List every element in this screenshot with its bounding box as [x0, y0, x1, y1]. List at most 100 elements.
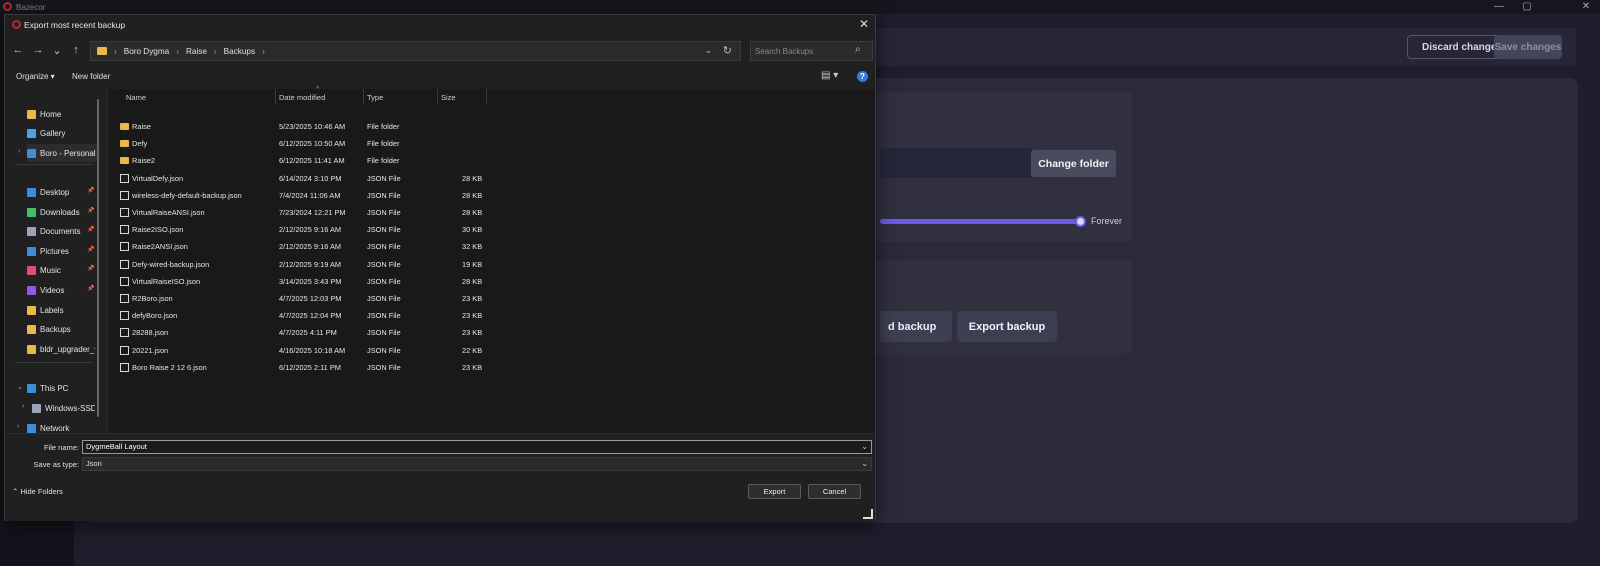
pin-icon[interactable]: 📌: [87, 226, 94, 233]
file-row[interactable]: wireless-defy-default-backup.json 7/4/202…: [108, 187, 508, 204]
column-header-size[interactable]: Size: [441, 89, 456, 105]
address-bar[interactable]: › Boro Dygma › Raise › Backups › ⌄ ↻: [90, 41, 741, 61]
nav-item-windows-ssd[interactable]: Windows-SSD: [32, 399, 95, 417]
retention-slider-handle[interactable]: [1075, 216, 1086, 227]
forward-arrow-icon[interactable]: →: [31, 44, 45, 56]
file-row[interactable]: Raise2 6/12/2025 11:41 AM File folder: [108, 152, 508, 169]
change-folder-button[interactable]: Change folder: [1031, 150, 1116, 177]
chevron-right-icon[interactable]: ›: [18, 148, 20, 155]
close-icon[interactable]: ✕: [859, 17, 869, 31]
file-name: wireless-defy-default-backup.json: [132, 190, 242, 200]
nav-item-backups[interactable]: Backups: [27, 320, 95, 338]
nav-item-boro-personal[interactable]: Boro - Personal: [27, 144, 97, 162]
file-row[interactable]: VirtualDefy.json 6/14/2024 3:10 PM JSON Fi…: [108, 170, 508, 187]
column-divider[interactable]: [437, 89, 438, 105]
cancel-button[interactable]: Cancel: [808, 484, 861, 499]
backup-folder-input[interactable]: [880, 148, 1032, 178]
file-date: 3/14/2025 3:43 PM: [279, 276, 342, 286]
pin-icon[interactable]: 📌: [87, 207, 94, 214]
refresh-icon[interactable]: ↻: [723, 44, 732, 57]
up-arrow-icon[interactable]: ↑: [69, 44, 83, 56]
new-folder-button[interactable]: New folder: [72, 72, 110, 81]
pin-icon[interactable]: 📌: [87, 265, 94, 272]
nav-item-music[interactable]: Music: [27, 261, 95, 279]
file-icon: [120, 173, 129, 183]
file-name-value: DygmeBall Layout: [86, 442, 147, 451]
file-row[interactable]: defyBoro.json 4/7/2025 12:04 PM JSON File 2…: [108, 307, 508, 324]
file-size: 32 KB: [462, 242, 483, 252]
file-row[interactable]: Raise2ANSI.json 2/12/2025 9:16 AM JSON Fil…: [108, 238, 508, 255]
save-type-value: Json: [86, 459, 102, 468]
file-row[interactable]: R2Boro.json 4/7/2025 12:03 PM JSON File 23 …: [108, 290, 508, 307]
folder-icon: [97, 47, 107, 55]
folder-icon: [120, 157, 129, 165]
file-row[interactable]: Defy 6/12/2025 10:50 AM File folder: [108, 135, 508, 152]
window-close-icon[interactable]: ✕: [1576, 0, 1596, 14]
breadcrumb-item[interactable]: Boro Dygma: [124, 47, 170, 56]
file-name: Raise: [132, 122, 151, 131]
file-row[interactable]: VirtualRaiseISO.json 3/14/2025 3:43 PM JSO…: [108, 273, 508, 290]
export-button[interactable]: Export: [748, 484, 801, 499]
folder-icon: [120, 140, 129, 148]
help-icon[interactable]: ?: [857, 71, 868, 82]
address-history-chevron-icon[interactable]: ⌄: [704, 45, 712, 56]
file-date: 2/12/2025 9:19 AM: [279, 259, 342, 269]
nav-item-downloads[interactable]: Downloads: [27, 203, 95, 221]
hide-folders-toggle[interactable]: ⌃ Hide Folders: [12, 487, 63, 496]
pin-icon[interactable]: 📌: [87, 246, 94, 253]
maximize-icon[interactable]: ▢: [1517, 0, 1537, 14]
retention-slider-track[interactable]: [880, 219, 1080, 224]
file-name: VirtualRaiseISO.json: [132, 276, 201, 286]
file-type: JSON File: [367, 328, 401, 338]
organize-menu[interactable]: Organize ▾: [16, 72, 55, 81]
pin-icon[interactable]: 📌: [87, 187, 94, 194]
column-header-date-modified[interactable]: Date modified: [279, 89, 325, 105]
file-icon: [120, 311, 129, 321]
column-divider[interactable]: [275, 89, 276, 105]
save-changes-button[interactable]: Save changes: [1494, 35, 1562, 59]
nav-item-desktop[interactable]: Desktop: [27, 183, 95, 201]
column-header-name[interactable]: Name: [126, 89, 146, 105]
file-row[interactable]: 28288.json 4/7/2025 4:11 PM JSON File 23 KB: [108, 324, 508, 341]
view-options-icon[interactable]: ▤ ▾: [821, 70, 838, 81]
chevron-right-icon[interactable]: ›: [17, 423, 19, 430]
breadcrumb-item[interactable]: Raise: [186, 47, 207, 56]
file-row[interactable]: Defy-wired-backup.json 2/12/2025 9:19 AM J…: [108, 256, 508, 273]
navigation-pane-scrollbar[interactable]: [97, 99, 99, 417]
pin-icon[interactable]: 📌: [87, 285, 94, 292]
nav-item-home[interactable]: Home: [27, 105, 95, 123]
minimize-icon[interactable]: —: [1489, 0, 1509, 14]
resize-grip-icon[interactable]: [863, 509, 873, 519]
column-divider[interactable]: [486, 89, 487, 105]
file-date: 4/7/2025 4:11 PM: [279, 328, 337, 338]
search-icon[interactable]: ⌕: [855, 44, 869, 55]
file-row[interactable]: VirtualRaiseANSI.json 7/23/2024 12:21 PM J…: [108, 204, 508, 221]
export-backup-button[interactable]: Export backup: [957, 311, 1057, 342]
save-type-select[interactable]: Json ⌄: [82, 457, 872, 471]
breadcrumb-item[interactable]: Backups: [224, 47, 255, 56]
chevron-right-icon[interactable]: ›: [22, 403, 24, 410]
nav-item-videos[interactable]: Videos: [27, 281, 95, 299]
file-row[interactable]: Raise2ISO.json 2/12/2025 9:16 AM JSON File…: [108, 221, 508, 238]
column-header-type[interactable]: Type: [367, 89, 383, 105]
file-size: 28 KB: [462, 276, 483, 286]
file-row[interactable]: 20221.json 4/16/2025 10:18 AM JSON File 22 …: [108, 342, 508, 359]
recent-locations-chevron-icon[interactable]: ⌄: [50, 44, 64, 57]
nav-item-labels[interactable]: Labels: [27, 301, 95, 319]
chevron-down-icon[interactable]: ⌄: [861, 458, 868, 470]
save-type-label: Save as type:: [33, 460, 79, 469]
back-arrow-icon[interactable]: ←: [11, 44, 25, 56]
file-name-input[interactable]: DygmeBall Layout ⌄: [82, 440, 872, 454]
load-backup-button[interactable]: d backup: [880, 311, 952, 342]
file-name: Raise2ANSI.json: [132, 242, 188, 252]
file-row[interactable]: Raise 5/23/2025 10:46 AM File folder: [108, 118, 508, 135]
nav-item-bldr-upgrader-v[interactable]: bldr_upgrader_v: [27, 340, 95, 358]
chevron-down-icon[interactable]: ⌄: [861, 441, 868, 453]
nav-item-this-pc[interactable]: This PC: [27, 379, 95, 397]
chevron-down-icon[interactable]: ⌄: [17, 383, 23, 391]
nav-item-documents[interactable]: Documents: [27, 222, 95, 240]
nav-item-pictures[interactable]: Pictures: [27, 242, 95, 260]
nav-item-gallery[interactable]: Gallery: [27, 124, 95, 142]
column-divider[interactable]: [363, 89, 364, 105]
file-row[interactable]: Boro Raise 2 12 6.json 6/12/2025 2:11 PM J…: [108, 359, 508, 376]
